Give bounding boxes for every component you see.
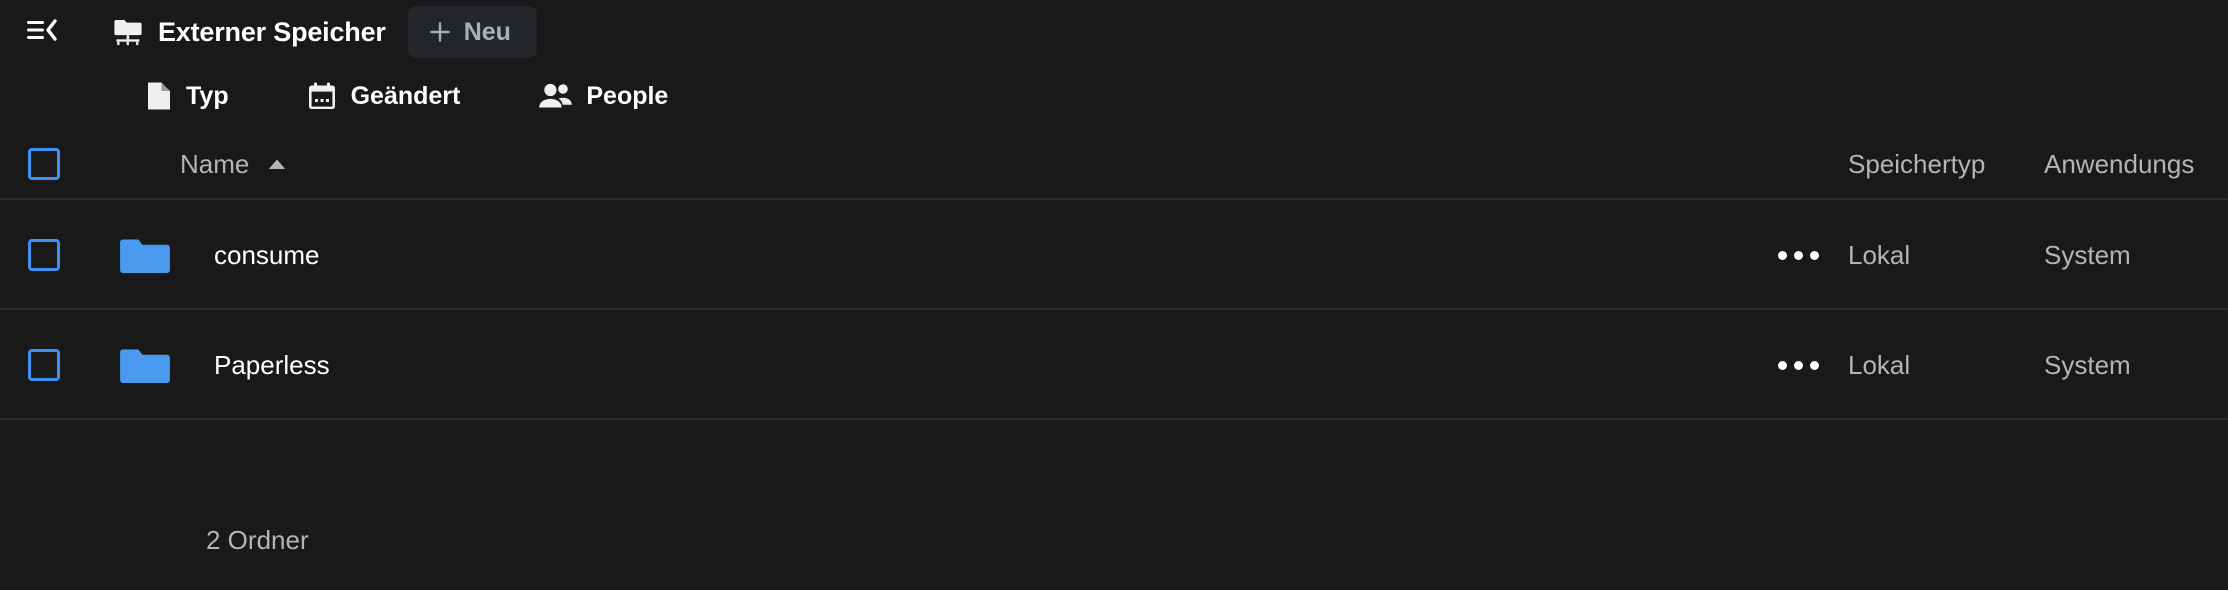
calendar-icon bbox=[307, 81, 337, 111]
ascending-caret-up-icon bbox=[267, 157, 287, 171]
new-button[interactable]: Neu bbox=[407, 6, 537, 58]
new-button-label: Neu bbox=[463, 17, 511, 46]
folder-icon bbox=[120, 235, 170, 275]
header-storage-cell: Speichertyp bbox=[1846, 143, 2042, 186]
file-manager-window: Externer Speicher Neu Typ Geändert Peopl… bbox=[0, 0, 2228, 590]
column-header-speichertyp[interactable]: Speichertyp bbox=[1838, 143, 1995, 186]
table-row[interactable]: consume Lokal System bbox=[0, 200, 2228, 310]
row-more-cell bbox=[1750, 233, 1846, 277]
page-title: Externer Speicher bbox=[158, 16, 386, 47]
filter-chip-geaendert-label: Geändert bbox=[350, 81, 461, 110]
row-more-cell bbox=[1750, 343, 1846, 387]
page-title-block: Externer Speicher bbox=[112, 16, 386, 48]
select-all-cell bbox=[28, 148, 120, 180]
folder-count-label: 2 Ordner bbox=[206, 524, 309, 555]
collapse-sidebar-button[interactable] bbox=[20, 10, 64, 54]
filter-chip-typ-label: Typ bbox=[186, 81, 229, 110]
select-all-checkbox[interactable] bbox=[28, 148, 60, 180]
row-name-cell: consume bbox=[120, 235, 1750, 275]
table-row[interactable]: Paperless Lokal System bbox=[0, 310, 2228, 420]
column-header-anwendungstyp[interactable]: Anwendungs bbox=[2042, 143, 2204, 186]
row-app-value: System bbox=[2044, 239, 2131, 270]
header-app-cell: Anwendungs bbox=[2042, 143, 2228, 186]
row-app-value: System bbox=[2044, 349, 2131, 380]
network-folder-icon bbox=[112, 16, 144, 48]
column-header-name[interactable]: Name bbox=[170, 143, 301, 186]
row-name-label: Paperless bbox=[214, 349, 330, 380]
filter-chip-people[interactable]: People bbox=[516, 72, 690, 120]
overflow-menu-icon[interactable] bbox=[1772, 233, 1824, 277]
row-name-cell: Paperless bbox=[120, 345, 1750, 385]
row-select-cell bbox=[28, 349, 120, 381]
folder-icon bbox=[120, 345, 170, 385]
status-bar: 2 Ordner bbox=[0, 490, 2228, 590]
row-name-label: consume bbox=[214, 239, 320, 270]
file-icon bbox=[146, 81, 172, 111]
collapse-sidebar-icon bbox=[27, 18, 57, 46]
column-header-name-label: Name bbox=[180, 148, 250, 179]
plus-icon bbox=[428, 20, 452, 44]
file-table: Name Speichertyp Anwendungs consume Loka… bbox=[0, 128, 2228, 490]
overflow-menu-icon[interactable] bbox=[1772, 343, 1824, 387]
people-icon bbox=[538, 82, 573, 110]
filter-chip-geaendert[interactable]: Geändert bbox=[285, 72, 483, 120]
filter-chip-people-label: People bbox=[586, 81, 669, 110]
row-select-cell bbox=[28, 239, 120, 271]
row-checkbox[interactable] bbox=[28, 349, 60, 381]
row-storage-value: Lokal bbox=[1848, 239, 1911, 270]
table-header-row: Name Speichertyp Anwendungs bbox=[0, 128, 2228, 200]
top-bar: Externer Speicher Neu bbox=[0, 0, 2228, 64]
row-storage-value: Lokal bbox=[1848, 349, 1911, 380]
filter-chip-bar: Typ Geändert People bbox=[0, 64, 2228, 128]
header-name-cell: Name bbox=[120, 143, 1750, 186]
row-checkbox[interactable] bbox=[28, 239, 60, 271]
filter-chip-typ[interactable]: Typ bbox=[124, 72, 251, 120]
